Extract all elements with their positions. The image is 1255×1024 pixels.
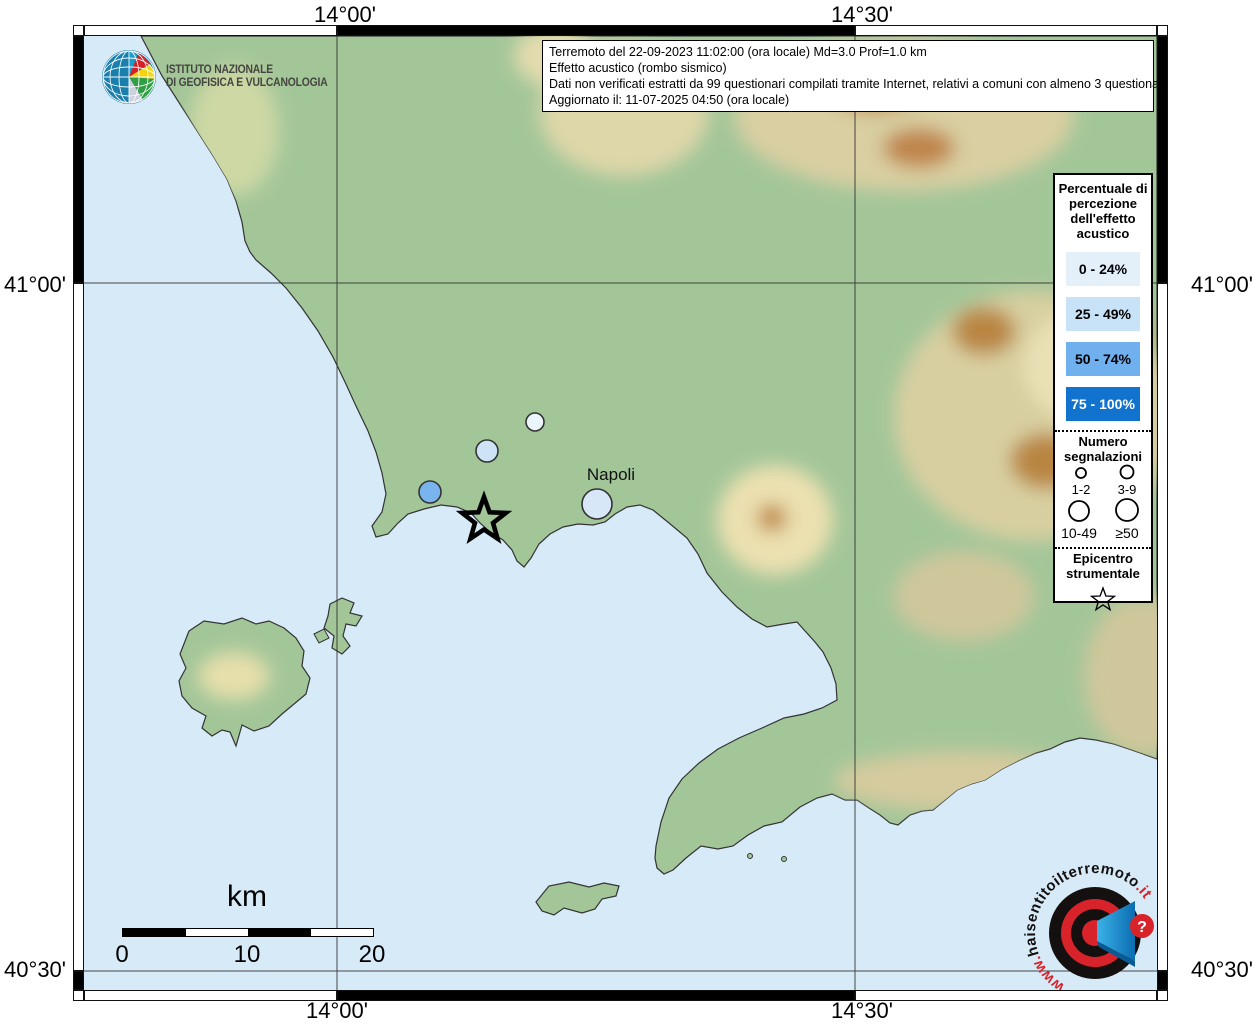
frame-bottom-segment-2 [337, 990, 855, 1001]
frame-top-segment-2 [337, 25, 855, 36]
report-circle [475, 439, 499, 463]
legend-swatch-75-100: 75 - 100% [1066, 387, 1140, 421]
frame-left-segment-1 [73, 36, 84, 283]
frame-left-segment-2 [73, 283, 84, 971]
event-info-box: Terremoto del 22-09-2023 11:02:00 (ora l… [542, 40, 1157, 112]
ingv-logo-text: ISTITUTO NAZIONALE DI GEOFISICA E VULCAN… [166, 64, 328, 90]
frame-right-segment-2 [1157, 283, 1168, 971]
islet [781, 856, 787, 862]
axis-label-bottom-right: 14°30' [831, 998, 893, 1023]
count-label-10-49: 10-49 [1061, 525, 1097, 541]
frame-bottom-segment-3 [855, 990, 1157, 1001]
islet [747, 853, 753, 859]
axis-label-right-top: 41°00' [1191, 272, 1253, 297]
terrain-map: Napoli Terremoto del 22-09-2023 11:02:00… [84, 36, 1157, 990]
frame-left-segment-3 [73, 971, 84, 990]
scale-bar-unit: km [227, 880, 267, 913]
logo-question-mark: ? [1137, 919, 1147, 936]
count-circle-3-9 [1119, 464, 1135, 480]
scale-segment [185, 929, 248, 936]
axis-label-right-bottom: 40°30' [1191, 957, 1253, 982]
legend-epicenter-title: Epicentro strumentale [1066, 551, 1140, 581]
event-info-line-4: Aggiornato il: 11-07-2025 04:50 (ora loc… [549, 93, 790, 107]
frame-bottom-segment-1 [84, 990, 337, 1001]
event-info-line-2: Effetto acustico (rombo sismico) [549, 61, 727, 75]
map-canvas [84, 36, 1157, 990]
map-legend: Percentuale di percezione dell'effetto a… [1053, 173, 1153, 612]
frame-corner-br [1157, 990, 1168, 1001]
haisentitoilterremoto-logo: ? www.haisentitoilterremoto.it [1022, 860, 1155, 990]
scale-tick-0: 0 [115, 941, 129, 968]
ingv-globe-icon [102, 50, 156, 104]
legend-swatch-0-24: 0 - 24% [1066, 252, 1140, 286]
ingv-logo-line-1: ISTITUTO NAZIONALE [166, 64, 273, 76]
scale-segment [123, 929, 186, 936]
frame-corner-bl [73, 990, 84, 1001]
ingv-logo: ISTITUTO NAZIONALE DI GEOFISICA E VULCAN… [100, 46, 345, 108]
axis-label-left-bottom: 40°30' [4, 957, 66, 982]
city-label-napoli: Napoli [586, 465, 636, 484]
ingv-logo-line-2: DI GEOFISICA E VULCANOLOGIA [166, 77, 328, 89]
legend-percent-title: Percentuale di percezione dell'effetto a… [1058, 181, 1148, 241]
count-circle-10-49 [1068, 500, 1090, 522]
report-circle [581, 488, 613, 520]
axis-label-left-top: 41°00' [4, 272, 66, 297]
scale-tick-10: 10 [233, 941, 261, 968]
scale-tick-20: 20 [358, 941, 386, 968]
legend-star-icon [1089, 586, 1117, 612]
axis-label-bottom-left: 14°00' [306, 998, 368, 1023]
scale-bar: km 0 10 20 [114, 880, 386, 968]
count-label-50plus: ≥50 [1115, 525, 1138, 541]
report-circle [418, 480, 442, 504]
frame-right-segment-3 [1157, 971, 1168, 990]
frame-top-segment-1 [84, 25, 337, 36]
event-info-line-3: Dati non verificati estratti da 99 quest… [549, 77, 1157, 91]
scale-bar-segments [122, 928, 374, 937]
legend-counts-title: Numero segnalazioni [1063, 434, 1143, 464]
count-circle-50plus [1115, 498, 1139, 522]
legend-swatch-25-49: 25 - 49% [1066, 297, 1140, 331]
count-label-3-9: 3-9 [1118, 482, 1137, 497]
legend-swatch-50-74: 50 - 74% [1066, 342, 1140, 376]
frame-corner-tr [1157, 25, 1168, 36]
legend-epicenter-symbol [1089, 586, 1117, 612]
frame-right-segment-1 [1157, 36, 1168, 283]
count-label-1-2: 1-2 [1072, 482, 1091, 497]
legend-count-symbols: 1-2 3-9 10-49 ≥50 [1061, 464, 1139, 541]
frame-top-segment-3 [855, 25, 1157, 36]
ingv-shakemap-page: { "header": { "lines": [ "Terremoto del … [0, 0, 1255, 1024]
count-circle-1-2 [1075, 467, 1087, 479]
frame-corner-tl [73, 25, 84, 36]
scale-segment [310, 929, 373, 936]
scale-bar-ticks: 0 10 20 [114, 941, 386, 968]
report-circle [525, 412, 545, 432]
event-info-line-1: Terremoto del 22-09-2023 11:02:00 (ora l… [549, 45, 927, 59]
scale-segment [248, 929, 311, 936]
